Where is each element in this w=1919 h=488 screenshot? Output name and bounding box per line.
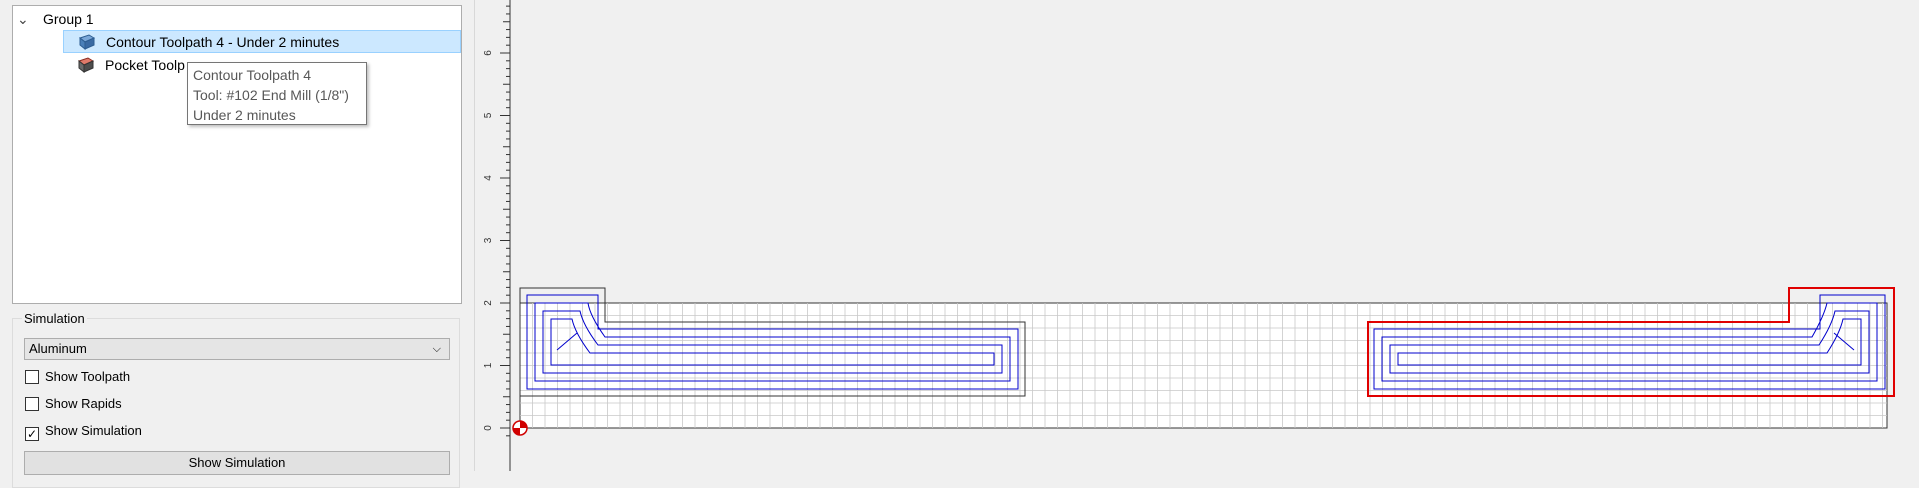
- chevron-down-icon[interactable]: ⌄: [17, 8, 31, 31]
- tree-item-label: Contour Toolpath 4 - Under 2 minutes: [106, 34, 340, 50]
- ruler-label: 0: [483, 425, 494, 431]
- checkbox-icon[interactable]: [25, 370, 39, 384]
- ruler-label: 6: [483, 50, 494, 56]
- toolpath-tooltip: Contour Toolpath 4 Tool: #102 End Mill (…: [187, 62, 367, 125]
- material-value: Aluminum: [29, 341, 87, 356]
- tree-item-pocket-toolpath[interactable]: Pocket Toolp: [63, 54, 185, 77]
- left-panel: ⌄ Group 1 Contour Toolpath 4 - Under 2 mi…: [0, 0, 470, 488]
- ruler-label: 4: [483, 175, 494, 181]
- ruler-label: 3: [483, 237, 494, 243]
- ruler-label: 5: [483, 112, 494, 118]
- show-toolpath-checkbox[interactable]: Show Toolpath: [25, 369, 130, 387]
- show-rapids-checkbox[interactable]: Show Rapids: [25, 396, 122, 414]
- checkbox-label: Show Toolpath: [45, 369, 131, 384]
- ruler-label: 1: [483, 362, 494, 368]
- chevron-down-icon: ⌵: [432, 343, 441, 355]
- tree-group-row[interactable]: ⌄ Group 1: [17, 8, 94, 31]
- checkbox-icon[interactable]: [25, 397, 39, 411]
- tree-item-contour-toolpath[interactable]: Contour Toolpath 4 - Under 2 minutes: [63, 30, 461, 53]
- tooltip-title: Contour Toolpath 4: [193, 67, 312, 83]
- origin-marker-icon: [512, 420, 528, 436]
- design-canvas[interactable]: 0 1 2 3 4 5 6: [482, 0, 1919, 471]
- tooltip-time: Under 2 minutes: [193, 107, 296, 123]
- material-select[interactable]: Aluminum ⌵: [24, 338, 450, 360]
- simulation-legend: Simulation: [22, 311, 87, 326]
- ruler-label: 2: [483, 300, 494, 306]
- show-simulation-checkbox[interactable]: ✓ Show Simulation: [25, 423, 142, 441]
- contour-toolpath-icon: [78, 34, 96, 50]
- checkbox-checked-icon[interactable]: ✓: [25, 427, 39, 441]
- checkbox-label: Show Rapids: [45, 396, 122, 411]
- toolpath-tree[interactable]: ⌄ Group 1 Contour Toolpath 4 - Under 2 mi…: [12, 5, 462, 304]
- tooltip-tool: Tool: #102 End Mill (1/8"): [193, 87, 349, 103]
- tree-item-label: Pocket Toolp: [105, 57, 185, 73]
- pocket-toolpath-icon: [77, 57, 95, 73]
- group-label: Group 1: [43, 11, 94, 27]
- show-simulation-button[interactable]: Show Simulation: [24, 451, 450, 475]
- checkbox-label: Show Simulation: [45, 423, 142, 438]
